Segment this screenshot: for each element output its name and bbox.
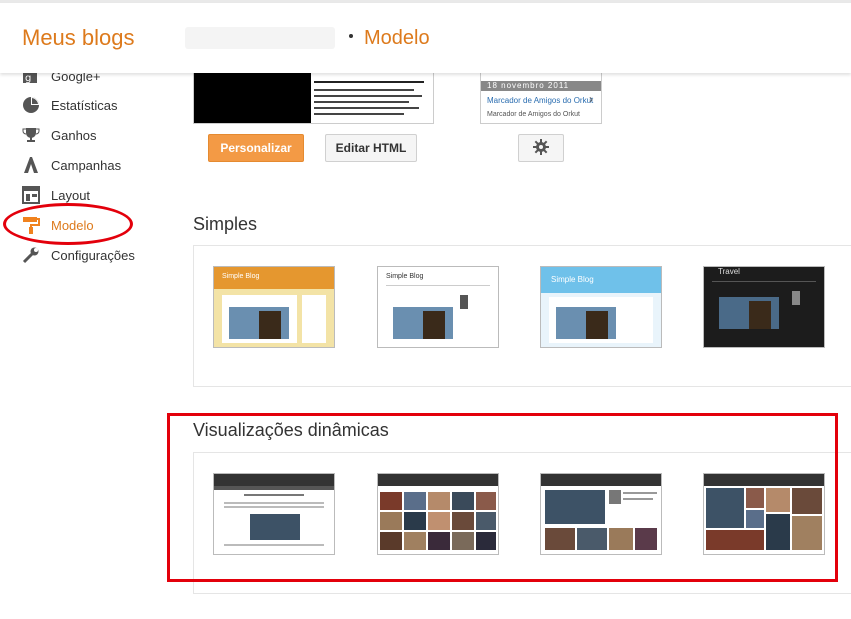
highlight-rectangle — [167, 413, 838, 582]
wrench-icon — [22, 246, 40, 264]
pie-chart-icon — [22, 96, 40, 114]
sidebar-item-settings[interactable]: Configurações — [22, 244, 135, 266]
svg-text:g: g — [25, 73, 31, 84]
template-caption: Travel — [718, 267, 740, 276]
layout-icon — [22, 186, 40, 204]
mobile-settings-button[interactable] — [518, 134, 564, 162]
page-title: Modelo — [364, 27, 430, 49]
edit-html-button[interactable]: Editar HTML — [325, 134, 417, 162]
highlight-ellipse — [3, 203, 133, 245]
sidebar-item-label: Configurações — [51, 247, 135, 263]
template-simple-2[interactable]: Simple Blog — [377, 266, 499, 348]
sidebar-item-statistics[interactable]: Estatísticas — [22, 94, 117, 116]
app-title-link[interactable]: Meus blogs — [22, 25, 135, 51]
mobile-widget-text: Marcador de Amigos do Orkut — [487, 111, 580, 118]
chevron-right-icon: › — [589, 92, 593, 106]
mobile-widget-date: 18 novembro 2011 — [487, 81, 570, 90]
sidebar-item-label: Layout — [51, 187, 91, 203]
template-caption: Simple Blog — [386, 273, 424, 280]
section-title-simple: Simples — [193, 214, 258, 234]
simple-templates-panel: Simple Blog Simple Blog Simple Blog Trav… — [193, 245, 851, 387]
personalize-button[interactable]: Personalizar — [208, 134, 304, 162]
mobile-widget-link: Marcador de Amigos do Orkut — [487, 96, 594, 105]
sidebar-item-campaigns[interactable]: Campanhas — [22, 154, 121, 176]
sidebar-item-label: Campanhas — [51, 157, 122, 173]
template-simple-1[interactable]: Simple Blog — [213, 266, 335, 348]
template-caption: Simple Blog — [551, 275, 594, 284]
app-header: Meus blogs Modelo — [0, 3, 851, 73]
template-simple-4[interactable]: Travel — [703, 266, 825, 348]
blog-selector[interactable] — [185, 27, 335, 49]
campaign-icon — [22, 156, 40, 174]
trophy-icon — [22, 126, 40, 144]
sidebar-item-label: Ganhos — [51, 127, 97, 143]
template-caption: Simple Blog — [222, 273, 260, 280]
separator-dot — [349, 34, 353, 38]
gear-icon — [532, 138, 550, 159]
sidebar-item-label: Estatísticas — [51, 97, 118, 113]
sidebar-item-earnings[interactable]: Ganhos — [22, 124, 97, 146]
template-simple-3[interactable]: Simple Blog — [540, 266, 662, 348]
